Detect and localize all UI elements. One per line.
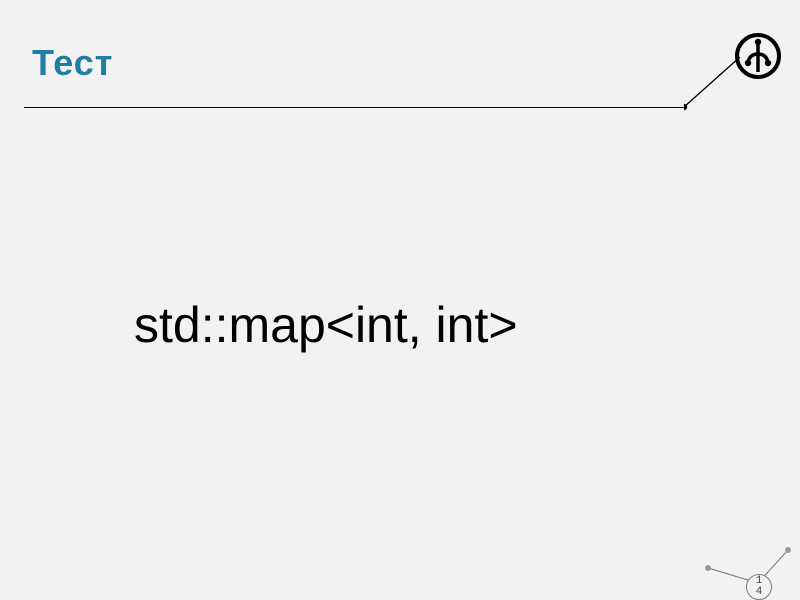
slide-title: Тест	[32, 42, 113, 84]
slide-body-code: std::map<int, int>	[134, 296, 518, 354]
tree-branch-icon	[734, 32, 782, 80]
page-number-badge: 1 4	[746, 574, 772, 600]
title-underline	[24, 107, 684, 108]
slide: Тест std::map<int, int> 1 4	[0, 0, 800, 600]
page-number-digit-2: 4	[756, 587, 763, 598]
